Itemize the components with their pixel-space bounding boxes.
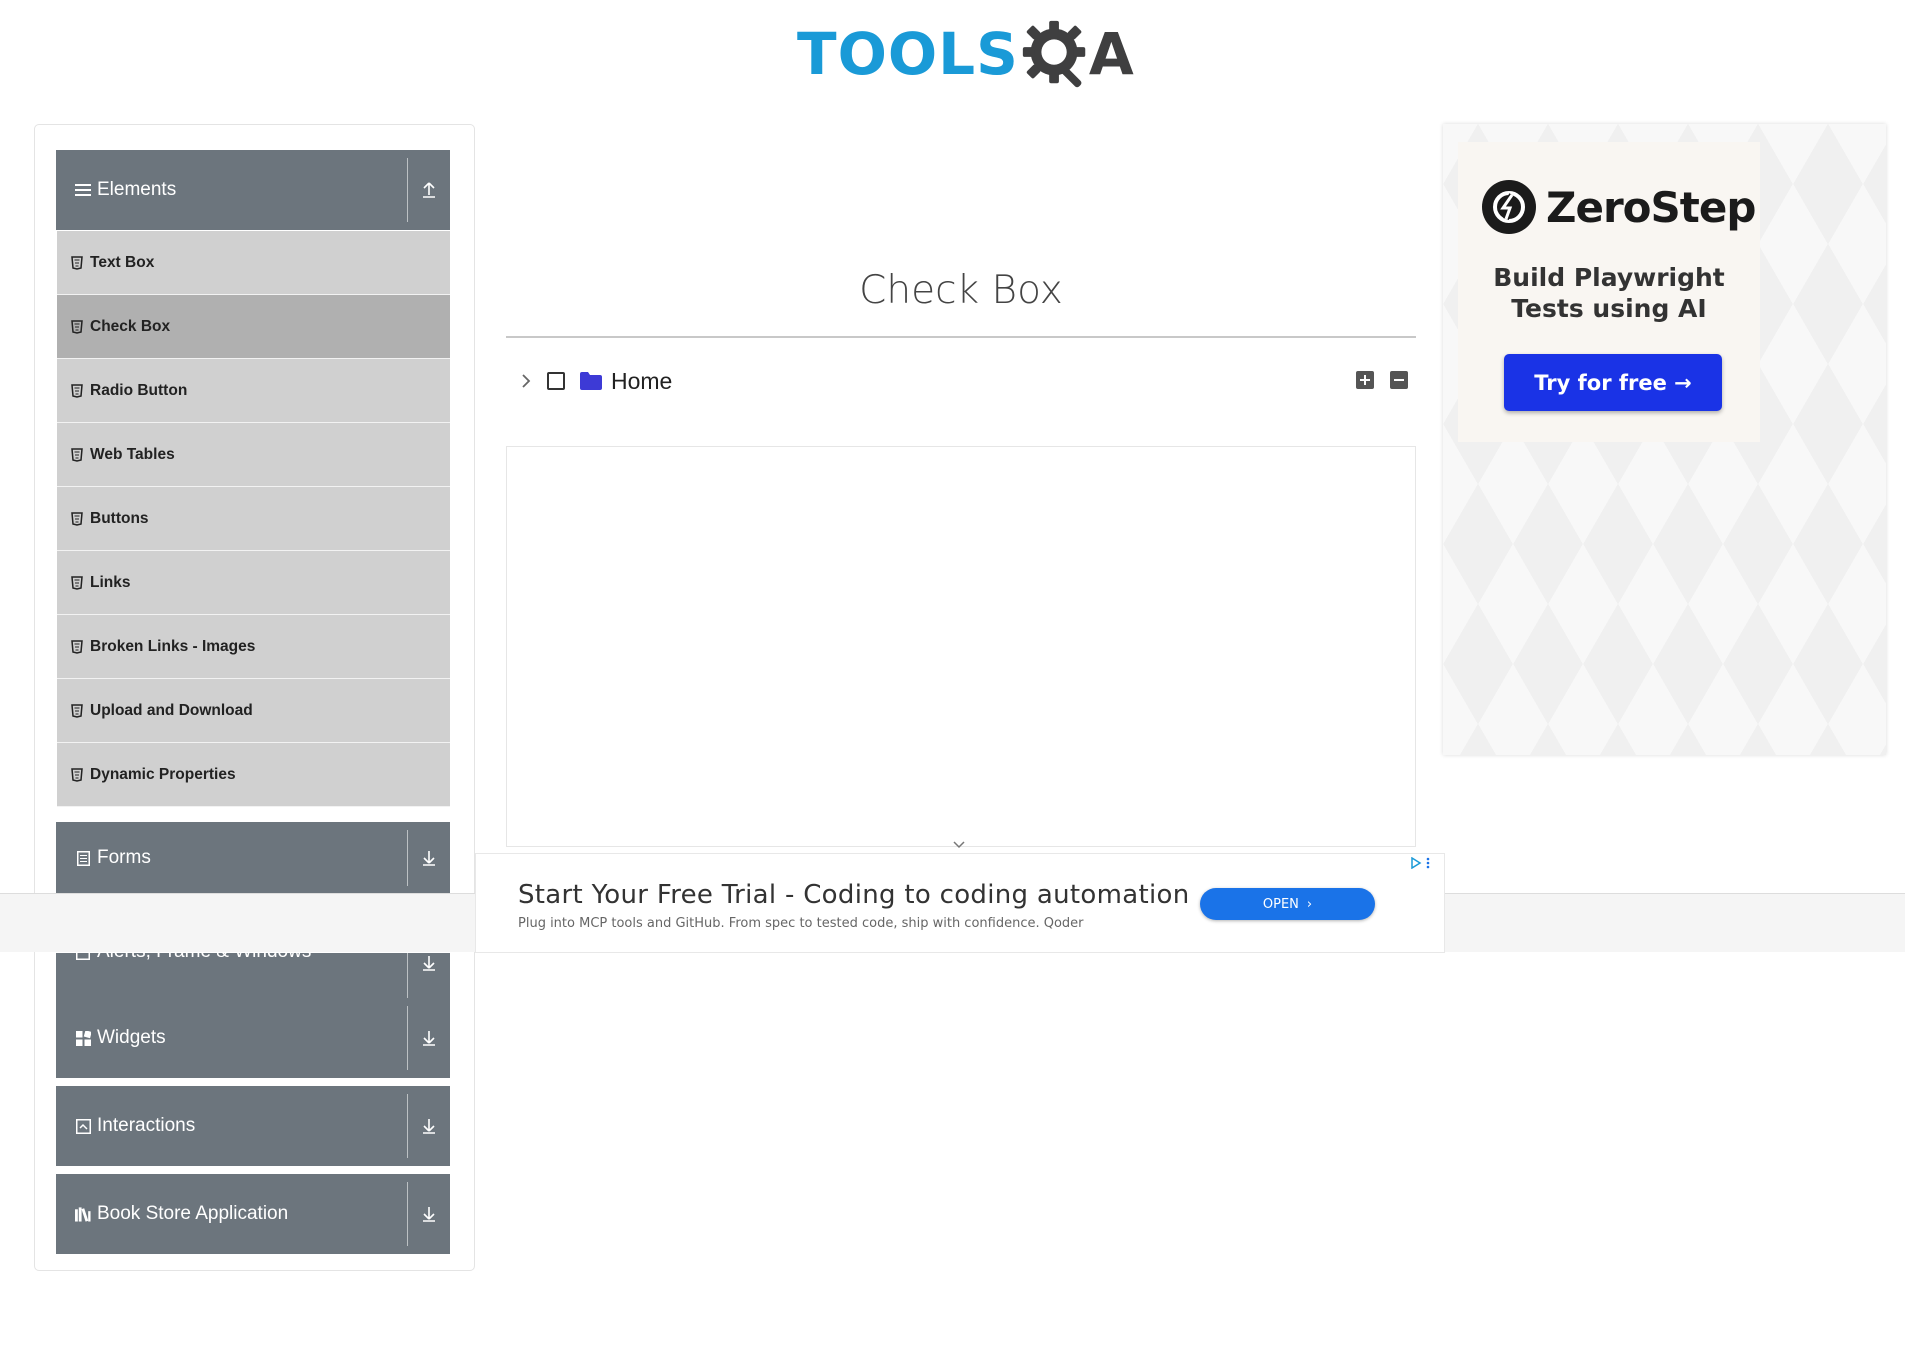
html5-icon: [71, 447, 83, 462]
sidebar-item-check-box[interactable]: Check Box: [57, 295, 450, 359]
divider: [407, 1006, 408, 1070]
sidebar-item-text-box[interactable]: Text Box: [57, 231, 450, 295]
html5-icon: [71, 767, 83, 782]
html5-icon: [71, 639, 83, 654]
sidebar-item-broken-links-images[interactable]: Broken Links - Images: [57, 615, 450, 679]
sidebar-group-elements[interactable]: Elements: [56, 150, 450, 230]
side-ad[interactable]: ZeroStep Build Playwright Tests using AI…: [1443, 124, 1886, 755]
group-label: Elements: [97, 179, 177, 200]
sidebar-item-label: Upload and Download: [90, 701, 253, 719]
sidebar-item-label: Check Box: [90, 317, 171, 335]
tree-node-home: Home: [506, 362, 1416, 400]
banner-ad[interactable]: Start Your Free Trial - Coding to coding…: [475, 853, 1445, 953]
group-label: Forms: [97, 847, 151, 868]
plus-icon: [1360, 375, 1370, 385]
divider: [407, 1094, 408, 1158]
sidebar-item-links[interactable]: Links: [57, 551, 450, 615]
group-label: Widgets: [97, 1027, 166, 1048]
logo-text-tools: TOOLS: [797, 20, 1019, 88]
sidebar-item-label: Links: [90, 573, 131, 591]
sidebar-item-label: Broken Links - Images: [90, 637, 256, 655]
logo-text-a: A: [1088, 20, 1134, 88]
ad-headline: Build Playwright Tests using AI: [1458, 262, 1760, 324]
ad-brand-name: ZeroStep: [1546, 182, 1756, 232]
html5-icon: [71, 319, 83, 334]
folder-icon: [580, 372, 602, 390]
group-label: Interactions: [97, 1115, 196, 1136]
sidebar: Elements Text Box Check Box Radio Button…: [34, 124, 475, 1271]
chevron-right-icon: ›: [1306, 896, 1313, 912]
page-title: Check Box: [859, 268, 1063, 313]
group-label: Book Store Application: [97, 1203, 289, 1224]
arrow-down-icon[interactable]: [417, 1026, 441, 1050]
divider: [407, 830, 408, 886]
sidebar-item-dynamic-properties[interactable]: Dynamic Properties: [57, 743, 450, 807]
html5-icon: [71, 511, 83, 526]
sidebar-item-label: Text Box: [90, 253, 155, 271]
book-icon: [75, 1206, 91, 1222]
form-icon: [75, 850, 91, 866]
chevron-down-icon[interactable]: [950, 836, 968, 854]
banner-subtitle: Plug into MCP tools and GitHub. From spe…: [518, 916, 1084, 931]
html5-icon: [71, 703, 83, 718]
sidebar-group-book-store-application[interactable]: Book Store Application: [56, 1174, 450, 1254]
banner-open-button[interactable]: OPEN ›: [1200, 888, 1375, 920]
home-checkbox[interactable]: [547, 372, 565, 390]
sidebar-item-label: Dynamic Properties: [90, 765, 236, 783]
sidebar-item-upload-and-download[interactable]: Upload and Download: [57, 679, 450, 743]
result-area: [506, 446, 1416, 847]
zerostep-logo-icon: [1482, 180, 1536, 234]
arrow-up-icon[interactable]: [417, 178, 441, 202]
divider: [407, 1182, 408, 1246]
window-icon: [75, 953, 91, 961]
sidebar-item-buttons[interactable]: Buttons: [57, 487, 450, 551]
adchoices[interactable]: [1410, 856, 1436, 870]
hamburger-icon: [75, 182, 91, 198]
widgets-icon: [75, 1030, 91, 1046]
html5-icon: [71, 575, 83, 590]
sidebar-item-label: Web Tables: [90, 445, 175, 463]
sidebar-item-web-tables[interactable]: Web Tables: [57, 423, 450, 487]
html5-icon: [71, 255, 83, 270]
ad-brand: ZeroStep: [1482, 180, 1756, 234]
banner-title[interactable]: Start Your Free Trial - Coding to coding…: [518, 880, 1189, 910]
title-divider: [506, 336, 1416, 338]
chevron-right-icon[interactable]: [511, 366, 541, 396]
expand-all-button[interactable]: [1356, 371, 1374, 389]
sidebar-item-radio-button[interactable]: Radio Button: [57, 359, 450, 423]
play-triangle-icon: [1411, 857, 1422, 869]
group-label: Alerts, Frame & Windows: [97, 953, 311, 963]
ad-headline-line1: Build Playwright: [1493, 263, 1725, 292]
arrow-down-icon[interactable]: [417, 1202, 441, 1226]
interactions-icon: [75, 1118, 91, 1134]
button-label: OPEN: [1262, 896, 1299, 912]
sidebar-group-forms[interactable]: Forms: [56, 822, 450, 894]
minus-icon: [1394, 379, 1404, 381]
kebab-menu-icon: [1426, 857, 1430, 869]
arrow-down-icon[interactable]: [417, 953, 441, 975]
collapse-all-button[interactable]: [1390, 371, 1408, 389]
sidebar-group-widgets[interactable]: Widgets: [56, 998, 450, 1078]
try-for-free-button[interactable]: Try for free →: [1504, 354, 1722, 411]
toolsqa-logo[interactable]: TOOLS A: [797, 14, 1134, 94]
sidebar-item-label: Radio Button: [90, 381, 188, 399]
arrow-down-icon[interactable]: [417, 846, 441, 870]
tree-node-label[interactable]: Home: [611, 368, 672, 395]
elements-item-list: Text Box Check Box Radio Button Web Tabl…: [57, 231, 450, 807]
html5-icon: [71, 383, 83, 398]
arrow-down-icon[interactable]: [417, 1114, 441, 1138]
sidebar-group-interactions[interactable]: Interactions: [56, 1086, 450, 1166]
ad-card[interactable]: ZeroStep Build Playwright Tests using AI…: [1458, 142, 1760, 442]
divider: [407, 158, 408, 222]
sidebar-item-label: Buttons: [90, 509, 149, 527]
ad-headline-line2: Tests using AI: [1511, 294, 1707, 323]
gear-magnifier-icon: [1022, 20, 1086, 88]
